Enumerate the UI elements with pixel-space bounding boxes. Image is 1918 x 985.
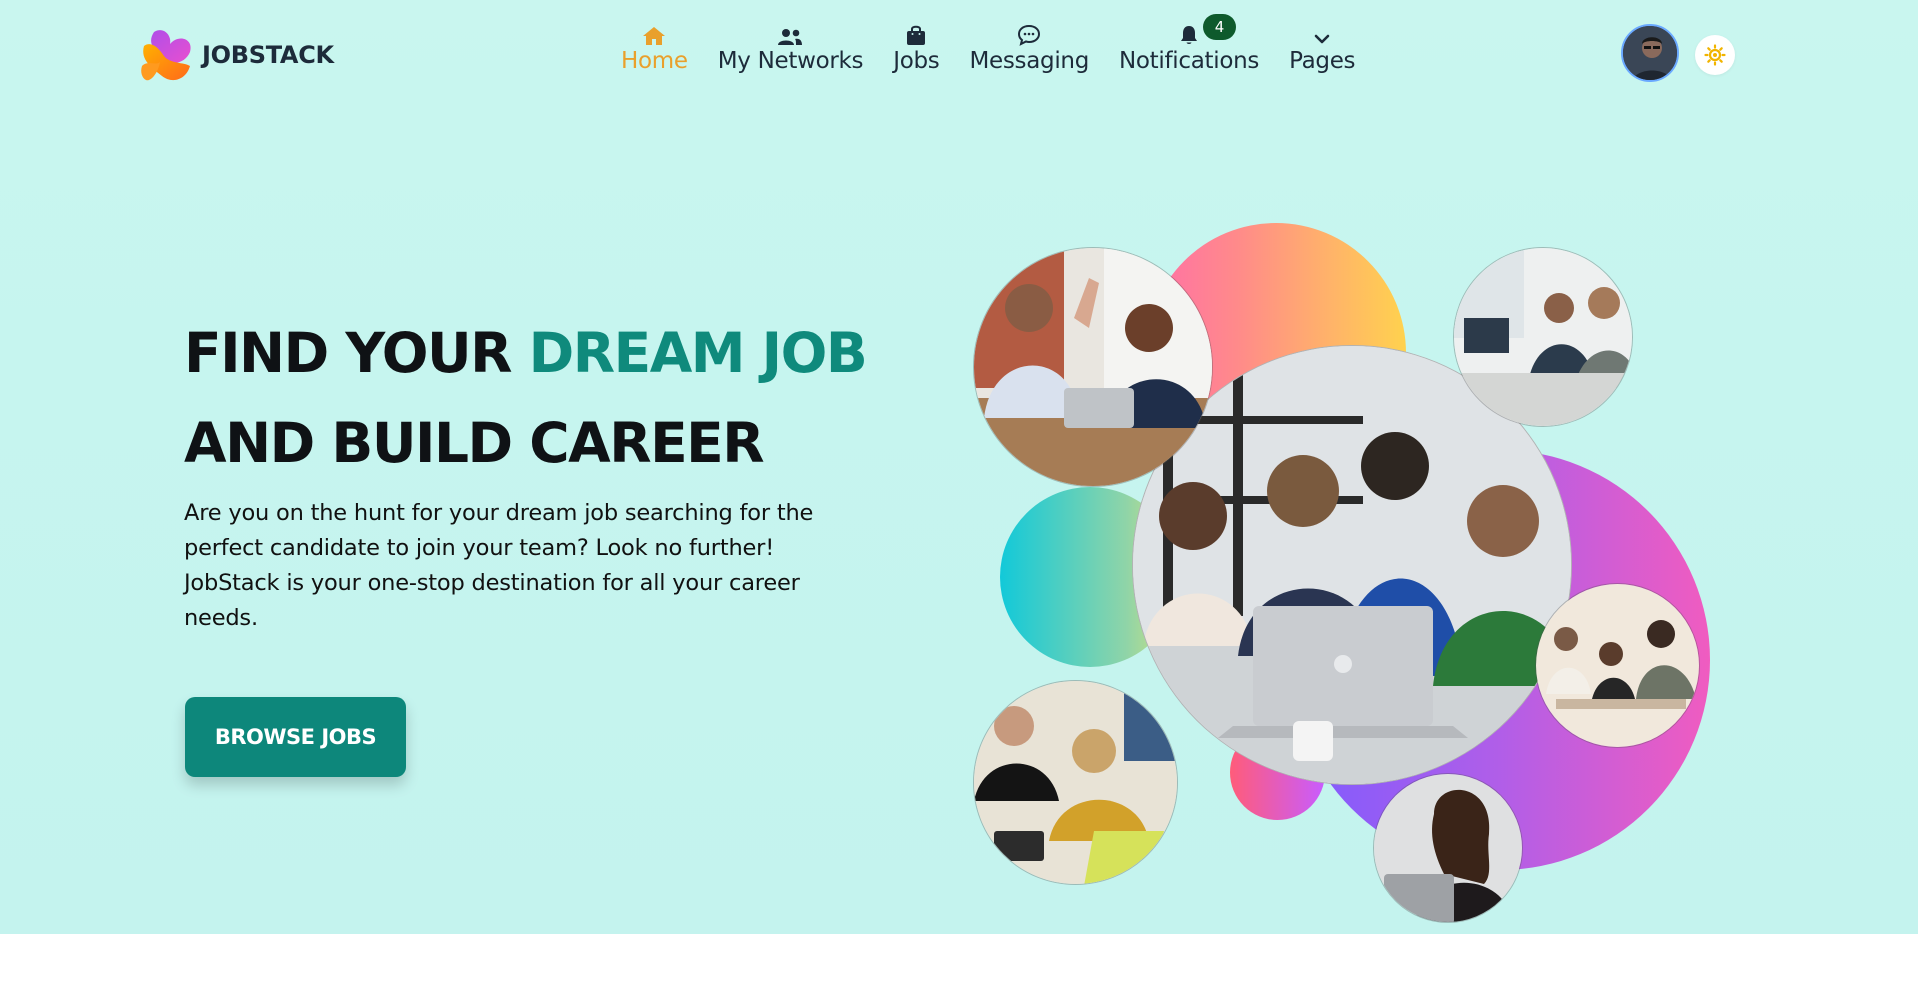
browse-jobs-button[interactable]: BROWSE JOBS <box>185 697 406 777</box>
hero-collage <box>960 215 1720 934</box>
nav-item-my-networks[interactable]: My Networks <box>703 24 878 74</box>
office-workers-photo <box>1453 247 1633 427</box>
theme-toggle-button[interactable] <box>1695 35 1735 75</box>
nav-item-notifications[interactable]: 4 Notifications <box>1104 14 1274 74</box>
smiling-woman-photo <box>1373 773 1523 923</box>
team-meeting-photo <box>1535 583 1700 748</box>
user-avatar[interactable] <box>1621 24 1679 82</box>
logo-icon <box>141 30 191 81</box>
chevron-down-icon <box>1313 24 1331 46</box>
users-icon <box>777 24 803 46</box>
hero-headline: FIND YOUR DREAM JOB AND BUILD CAREER <box>184 308 868 488</box>
bell-icon <box>1178 24 1200 46</box>
nav-item-pages[interactable]: Pages <box>1274 24 1370 74</box>
nav-label: Pages <box>1289 48 1356 74</box>
headline-accent: DREAM JOB <box>528 321 868 385</box>
nav-label: My Networks <box>717 48 864 74</box>
main-nav: Home My Networks Jobs Messaging 4 Notifi… <box>606 14 1370 74</box>
briefcase-bag-icon <box>905 24 927 46</box>
chat-bubble-icon <box>1017 24 1041 46</box>
nav-item-home[interactable]: Home <box>606 24 703 74</box>
high-five-photo <box>973 247 1213 487</box>
laughing-colleagues-photo <box>973 680 1178 885</box>
nav-item-jobs[interactable]: Jobs <box>878 24 954 74</box>
notification-count-badge: 4 <box>1203 14 1237 40</box>
home-icon <box>642 24 666 46</box>
headline-plain: FIND YOUR <box>184 321 529 385</box>
sun-icon <box>1704 44 1726 66</box>
hero-section: JOBSTACK Home My Networks Jobs Messaging… <box>0 0 1918 934</box>
nav-label: Notifications <box>1119 48 1260 74</box>
headline-line2: AND BUILD CAREER <box>184 411 765 475</box>
nav-label: Jobs <box>893 48 940 74</box>
nav-item-messaging[interactable]: Messaging <box>954 24 1104 74</box>
nav-label: Home <box>621 48 688 74</box>
brand-logo[interactable]: JOBSTACK <box>138 26 334 84</box>
nav-label: Messaging <box>969 48 1089 74</box>
page-bottom-band <box>0 934 1918 985</box>
brand-name: JOBSTACK <box>202 41 334 69</box>
hero-description: Are you on the hunt for your dream job s… <box>184 500 814 631</box>
